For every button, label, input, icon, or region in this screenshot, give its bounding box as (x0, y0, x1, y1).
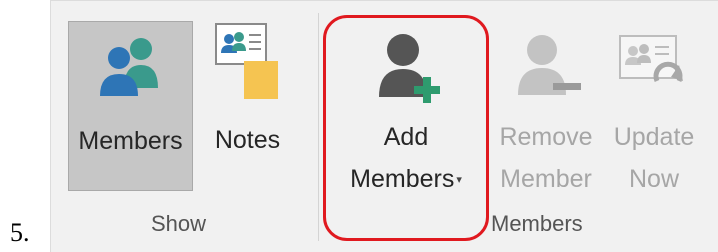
add-members-label-line2-row: Members ▾ (331, 163, 481, 196)
members-button-label: Members (78, 127, 183, 155)
contact-notes-icon (215, 23, 278, 99)
step-number: 5. (10, 218, 30, 247)
members-group-label: Members (491, 211, 583, 236)
remove-member-label-line1: Remove (499, 123, 593, 151)
show-group-label: Show (151, 211, 207, 236)
update-now-label-line2: Now (628, 165, 679, 193)
people-icon (100, 38, 158, 96)
refresh-card-icon (619, 35, 683, 82)
remove-member-button[interactable]: Remove Member (496, 21, 596, 201)
remove-person-icon (518, 35, 581, 95)
add-members-label-line1: Add (383, 123, 429, 151)
contact-group-ribbon: Members Notes Add Members ▾ Remove Membe… (50, 0, 718, 252)
notes-button[interactable]: Notes (201, 21, 294, 189)
add-members-button[interactable]: Add Members ▾ (331, 21, 481, 231)
add-person-icon (379, 34, 440, 103)
add-members-label-line2: Members (350, 165, 455, 193)
remove-member-label-line2: Member (500, 165, 592, 193)
dropdown-arrow-icon[interactable]: ▾ (456, 174, 462, 186)
update-now-label-line1: Update (613, 123, 695, 151)
notes-button-label: Notes (214, 126, 281, 154)
members-button[interactable]: Members (68, 21, 193, 191)
update-now-button[interactable]: Update Now (599, 21, 709, 201)
group-separator (318, 13, 319, 241)
